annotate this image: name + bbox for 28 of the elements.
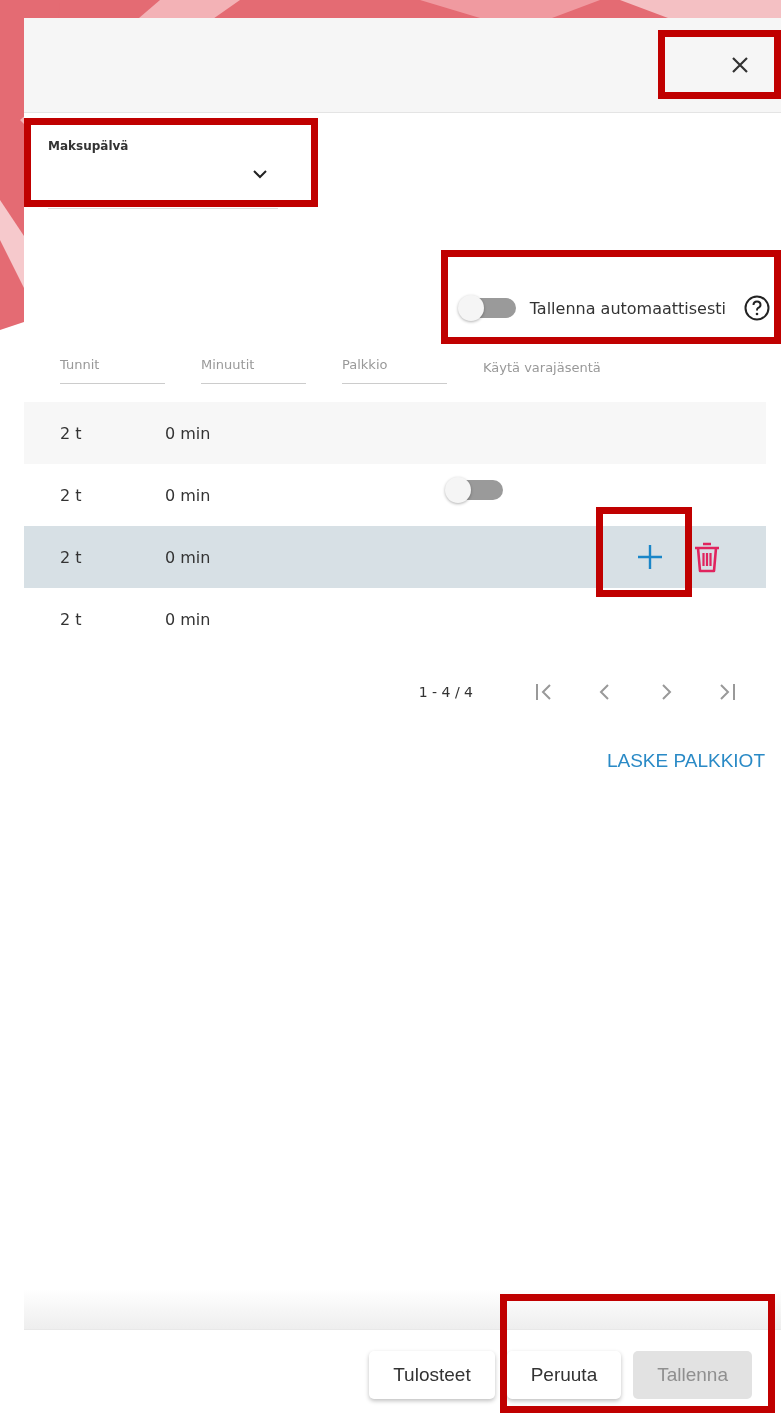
autosave-toggle[interactable] — [459, 298, 516, 318]
minutes-cell-text: 0 min — [164, 485, 212, 505]
column-header: Tunnit — [60, 357, 165, 384]
table-row[interactable]: 2 t 0 min — [24, 464, 766, 526]
substitute-toggle[interactable] — [447, 480, 503, 500]
page-range: 1 - 4 / 4 — [418, 684, 473, 700]
trash-icon[interactable] — [692, 540, 722, 574]
footer-button[interactable]: Tulosteet — [369, 1351, 495, 1399]
column-header: Minuutit — [201, 357, 306, 384]
help-icon[interactable] — [744, 295, 770, 321]
table-row[interactable]: 2 t 0 min — [24, 588, 766, 650]
table-row[interactable]: 2 t 0 min — [24, 402, 766, 464]
hours-cell-text: 2 t — [59, 609, 83, 629]
table-row[interactable]: 2 t 0 min — [24, 526, 766, 588]
footer-button[interactable]: Peruuta — [506, 1351, 622, 1399]
minutes-cell-text: 0 min — [164, 609, 212, 629]
plus-icon — [635, 542, 665, 572]
calculate-link[interactable]: LASKE PALKKIOT — [606, 750, 765, 772]
minutes-cell-text: 0 min — [164, 547, 212, 567]
minutes-cell-text: 0 min — [164, 423, 212, 443]
column-header: Käytä varajäsentä — [483, 359, 601, 377]
payment-day-select[interactable]: Maksupälvä — [48, 139, 278, 209]
autosave-label: Tallenna automaattisesti — [529, 298, 726, 318]
hours-cell-text: 2 t — [59, 547, 83, 567]
hours-cell-text: 2 t — [59, 485, 83, 505]
hours-cell-text: 2 t — [59, 423, 83, 443]
column-header: Palkkio — [342, 357, 447, 384]
chevron-down-icon — [252, 169, 268, 179]
